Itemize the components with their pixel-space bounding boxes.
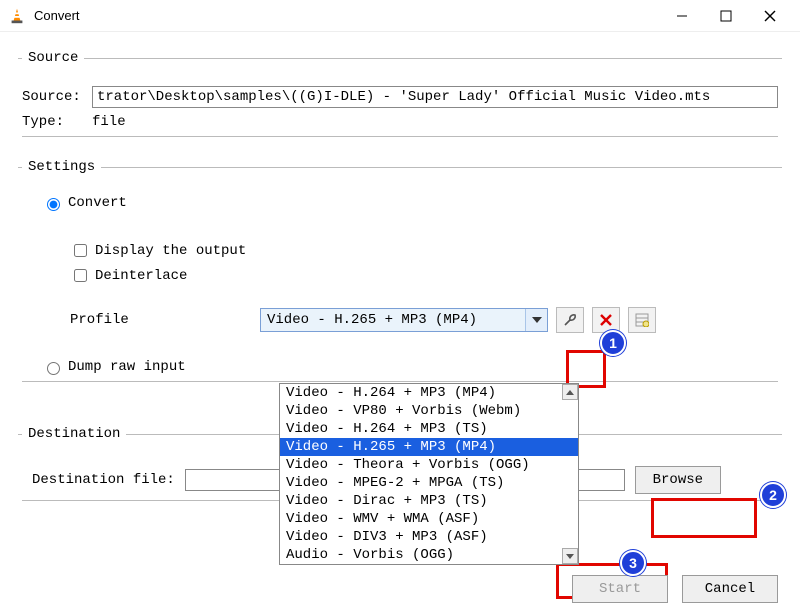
destination-legend: Destination [22, 426, 126, 442]
source-legend: Source [22, 50, 84, 66]
window-title: Convert [34, 8, 660, 23]
settings-legend: Settings [22, 159, 101, 175]
profile-option[interactable]: Video - WMV + WMA (ASF) [280, 510, 578, 528]
source-input[interactable]: trator\Desktop\samples\((G)I-DLE) - 'Sup… [92, 86, 778, 108]
convert-radio[interactable]: Convert [42, 195, 778, 211]
wrench-icon[interactable] [556, 307, 584, 333]
new-profile-button[interactable] [628, 307, 656, 333]
profile-option[interactable]: Video - Theora + Vorbis (OGG) [280, 456, 578, 474]
scroll-down-icon[interactable] [562, 548, 578, 564]
profile-selected: Video - H.265 + MP3 (MP4) [261, 312, 525, 328]
destination-file-label: Destination file: [32, 472, 175, 488]
profile-option[interactable]: Video - DIV3 + MP3 (ASF) [280, 528, 578, 546]
deinterlace-input[interactable] [74, 269, 87, 282]
deinterlace-check[interactable]: Deinterlace [70, 266, 778, 285]
source-label: Source: [22, 89, 86, 105]
titlebar: Convert [0, 0, 800, 32]
dump-raw-label: Dump raw input [68, 359, 186, 375]
chevron-down-icon[interactable] [525, 309, 547, 331]
maximize-button[interactable] [704, 1, 748, 31]
scroll-up-icon[interactable] [562, 384, 578, 400]
profile-label: Profile [70, 312, 260, 328]
profile-option[interactable]: Video - Dirac + MP3 (TS) [280, 492, 578, 510]
cancel-button[interactable]: Cancel [682, 575, 778, 603]
source-group: Source Source: trator\Desktop\samples\((… [18, 50, 782, 145]
profile-option[interactable]: Video - H.264 + MP3 (MP4) [280, 384, 578, 402]
convert-radio-label: Convert [68, 195, 127, 211]
callout-3: 3 [620, 550, 646, 576]
type-label: Type: [22, 114, 86, 130]
profile-option[interactable]: Video - VP80 + Vorbis (Webm) [280, 402, 578, 420]
minimize-button[interactable] [660, 1, 704, 31]
display-output-input[interactable] [74, 244, 87, 257]
start-button[interactable]: Start [572, 575, 668, 603]
profile-option[interactable]: Audio - Vorbis (OGG) [280, 546, 578, 564]
delete-profile-button[interactable] [592, 307, 620, 333]
vlc-icon [8, 7, 26, 25]
browse-button[interactable]: Browse [635, 466, 721, 494]
profile-option[interactable]: Video - H.265 + MP3 (MP4) [280, 438, 578, 456]
type-value: file [92, 114, 126, 130]
display-output-label: Display the output [95, 243, 246, 259]
close-button[interactable] [748, 1, 792, 31]
convert-radio-input[interactable] [47, 198, 60, 211]
profile-combo[interactable]: Video - H.265 + MP3 (MP4) [260, 308, 548, 332]
profile-dropdown[interactable]: Video - H.264 + MP3 (MP4)Video - VP80 + … [279, 383, 579, 565]
settings-group: Settings Convert Display the output Dein… [18, 159, 782, 412]
dump-raw-radio-input[interactable] [47, 362, 60, 375]
display-output-check[interactable]: Display the output [70, 241, 778, 260]
profile-option[interactable]: Video - H.264 + MP3 (TS) [280, 420, 578, 438]
dump-raw-radio[interactable]: Dump raw input [42, 359, 778, 375]
profile-option[interactable]: Video - MPEG-2 + MPGA (TS) [280, 474, 578, 492]
deinterlace-label: Deinterlace [95, 268, 187, 284]
